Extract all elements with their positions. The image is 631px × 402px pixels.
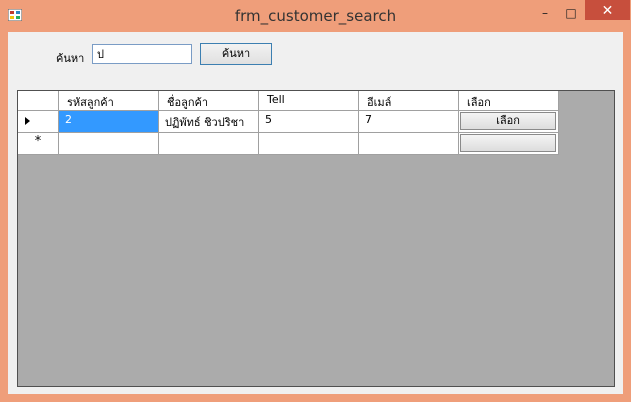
column-header-id[interactable]: รหัสลูกค้า — [59, 91, 159, 111]
current-row-arrow-icon — [25, 117, 30, 125]
cell-customer-name[interactable]: ปฏิพัทธ์ ชิวปริชา — [159, 111, 259, 133]
new-row-select-button[interactable] — [460, 134, 556, 152]
search-input[interactable] — [92, 44, 192, 64]
cell-tell[interactable]: 5 — [259, 111, 359, 133]
cell-customer-id[interactable]: 2 — [59, 111, 159, 133]
new-row-cell-name[interactable] — [159, 133, 259, 155]
close-button[interactable]: ✕ — [585, 0, 630, 20]
new-row-cell-select — [459, 133, 559, 155]
new-row-marker-icon: * — [18, 133, 59, 155]
title-bar: frm_customer_search – □ ✕ — [0, 0, 631, 32]
maximize-button[interactable]: □ — [558, 3, 584, 23]
cell-select: เลือก — [459, 111, 559, 133]
search-label: ค้นหา — [56, 52, 85, 65]
app-window: frm_customer_search – □ ✕ ค้นหา ค้นหา รห… — [0, 0, 631, 402]
minimize-button[interactable]: – — [532, 3, 558, 23]
select-customer-button[interactable]: เลือก — [460, 112, 556, 130]
new-row-cell-id[interactable] — [59, 133, 159, 155]
new-row-cell-email[interactable] — [359, 133, 459, 155]
column-header-tell[interactable]: Tell — [259, 91, 359, 111]
column-header-name[interactable]: ชื่อลูกค้า — [159, 91, 259, 111]
column-header-email[interactable]: อีเมล์ — [359, 91, 459, 111]
grid-corner-header — [18, 91, 59, 111]
new-row-cell-tell[interactable] — [259, 133, 359, 155]
form-body: ค้นหา ค้นหา รหัสลูกค้า ชื่อลูกค้า Tell อ… — [8, 32, 623, 394]
customer-grid[interactable]: รหัสลูกค้า ชื่อลูกค้า Tell อีเมล์ เลือก … — [17, 90, 615, 387]
row-header-current[interactable] — [18, 111, 59, 133]
column-header-select[interactable]: เลือก — [459, 91, 559, 111]
search-button[interactable]: ค้นหา — [200, 43, 272, 65]
cell-email[interactable]: 7 — [359, 111, 459, 133]
